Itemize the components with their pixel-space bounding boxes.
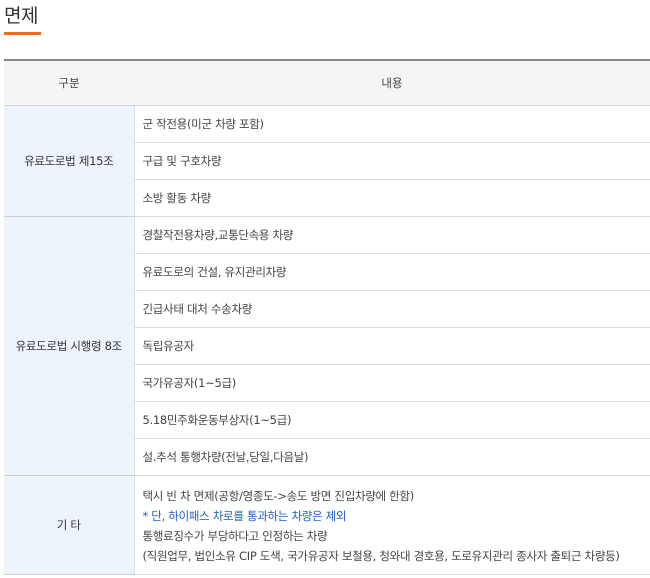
content-cell: 설.추석 통행차량(전날,당일,다음날) xyxy=(134,438,650,476)
content-cell: 유료도로의 건설, 유지관리차량 xyxy=(134,253,650,291)
etc-line-taxi: 택시 빈 차 면제(공항/영종도->송도 방면 진입차량에 한함) xyxy=(142,489,415,503)
content-cell: 5.18민주화운동부상자(1~5급) xyxy=(134,401,650,439)
content-cell: 긴급사태 대처 수송차량 xyxy=(134,290,650,328)
content-cell: 소방 활동 차량 xyxy=(134,179,650,217)
table-row: 기 타 택시 빈 차 면제(공항/영종도->송도 방면 진입차량에 한함) * … xyxy=(4,475,650,575)
header-category: 구분 xyxy=(4,60,134,106)
page-title: 면제 xyxy=(4,5,38,27)
etc-line-unjust-collection: 통행료징수가 부당하다고 인정하는 차량 xyxy=(142,529,328,543)
category-cell-etc: 기 타 xyxy=(4,475,135,575)
content-cell: 구급 및 구호차량 xyxy=(134,142,650,180)
content-cell-etc: 택시 빈 차 면제(공항/영종도->송도 방면 진입차량에 한함) * 단, 하… xyxy=(134,475,650,575)
category-cell-enforcement-decree-8: 유료도로법 시행령 8조 xyxy=(4,216,135,476)
content-cell: 군 작전용(미군 차량 포함) xyxy=(134,105,650,143)
content-cell: 독립유공자 xyxy=(134,327,650,365)
etc-line-examples: (직원업무, 법인소유 CIP 도색, 국가유공자 보철용, 청와대 경호용, … xyxy=(142,549,620,563)
content-cell: 국가유공자(1~5급) xyxy=(134,364,650,402)
content-cell: 경찰작전용차량,교통단속용 차량 xyxy=(134,216,650,254)
table-row: 유료도로법 시행령 8조 경찰작전용차량,교통단속용 차량 xyxy=(4,216,650,476)
table-row: 유료도로법 제15조 군 작전용(미군 차량 포함) xyxy=(4,105,650,217)
exemption-table: 구분 내용 유료도로법 제15조 군 작전용(미군 차량 포함) 구급 및 구호… xyxy=(4,59,650,575)
header-content: 내용 xyxy=(134,60,650,106)
etc-line-hipass-note: * 단, 하이패스 차로를 통과하는 차량은 제외 xyxy=(142,509,347,523)
category-cell-toll-road-act-15: 유료도로법 제15조 xyxy=(4,105,135,217)
title-underline xyxy=(4,32,41,35)
table-header-row: 구분 내용 xyxy=(4,60,650,106)
